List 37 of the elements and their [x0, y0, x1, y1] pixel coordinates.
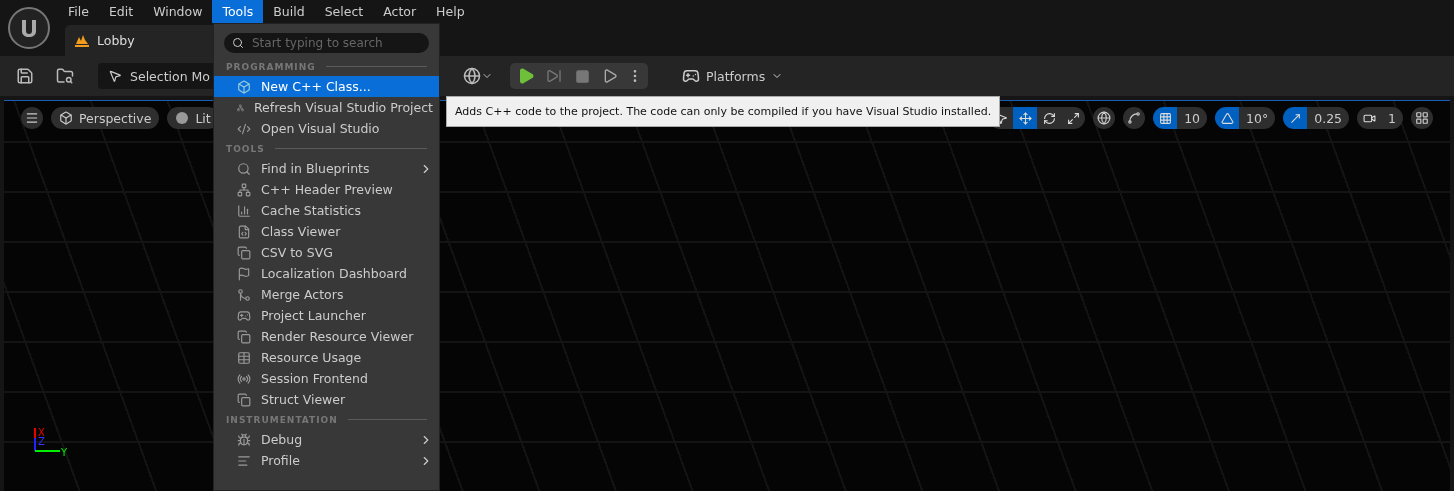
axis-label: X	[38, 428, 45, 438]
menu-item[interactable]: Window	[143, 0, 213, 23]
search-field[interactable]: Start typing to search	[224, 33, 429, 53]
snap-value[interactable]: 1	[1381, 107, 1403, 129]
menu-item[interactable]: File	[58, 0, 99, 23]
snap-value[interactable]: 0.25	[1307, 107, 1350, 129]
tooltip: Adds C++ code to the project. The code can only be compiled if you have Visual Studio installed.	[446, 96, 1001, 127]
menu-item[interactable]: Build	[263, 0, 315, 23]
menu-entry[interactable]: Cache Statistics	[214, 200, 439, 221]
menu-item[interactable]: Select	[314, 0, 374, 23]
menu-entry[interactable]: Profile	[214, 450, 439, 471]
menu-entry[interactable]: Merge Actors	[214, 284, 439, 305]
section-heading: INSTRUMENTATION	[226, 414, 338, 425]
menu-entry[interactable]: Resource Usage	[214, 347, 439, 368]
section-heading: TOOLS	[226, 143, 265, 154]
menu-entry[interactable]: New C++ Class...	[214, 76, 439, 97]
menu-item[interactable]: Help	[426, 0, 475, 23]
menu-entry[interactable]: C++ Header Preview	[214, 179, 439, 200]
platforms-button[interactable]: Platforms	[682, 67, 784, 85]
perspective-button[interactable]: Perspective	[51, 107, 160, 129]
menu-item[interactable]: Tools	[212, 0, 264, 23]
snap-value[interactable]: 10°	[1239, 107, 1276, 129]
menu-item[interactable]: Edit	[98, 0, 144, 23]
menu-entry[interactable]: Project Launcher	[214, 305, 439, 326]
menu-entry[interactable]: CSV to SVG	[214, 242, 439, 263]
menu-entry[interactable]: Render Resource Viewer	[214, 326, 439, 347]
menu-entry[interactable]: Localization Dashboard	[214, 263, 439, 284]
menu-entry[interactable]: Class Viewer	[214, 221, 439, 242]
menu-entry[interactable]: Debug	[214, 429, 439, 450]
menu-entry[interactable]: Session Frontend	[214, 368, 439, 389]
section-heading: PROGRAMMING	[226, 61, 316, 72]
axis-label: Y	[61, 447, 68, 458]
menu-item[interactable]: Actor	[373, 0, 427, 23]
axis-label: Z	[38, 436, 45, 447]
menu-entry[interactable]: Find in Blueprints	[214, 158, 439, 179]
menu-entry[interactable]: Struct Viewer	[214, 389, 439, 410]
snap-value[interactable]: 10	[1177, 107, 1208, 129]
